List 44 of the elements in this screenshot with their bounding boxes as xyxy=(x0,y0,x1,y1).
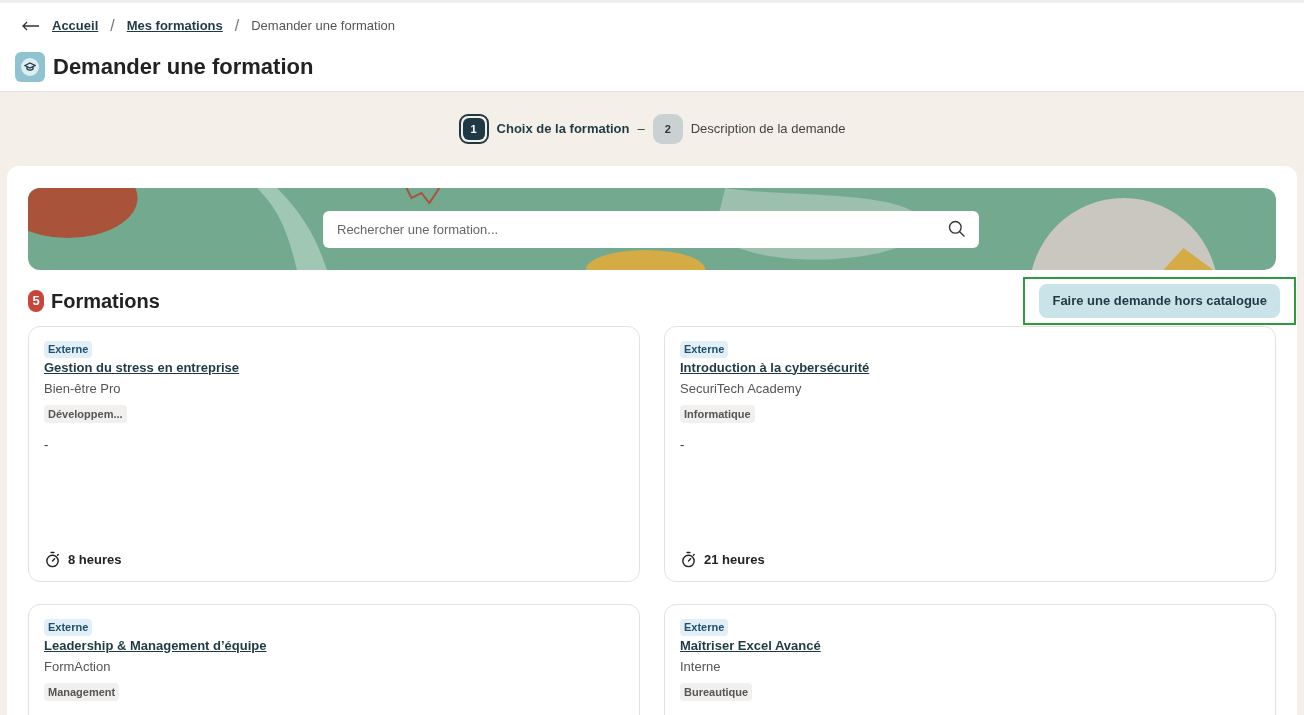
page-title: Demander une formation xyxy=(53,53,314,81)
course-card[interactable]: Externe Introduction à la cybersécurité SecuriTech Academy Informatique - 21 heures xyxy=(664,326,1276,582)
provider-text: SecuriTech Academy xyxy=(680,380,802,398)
category-badge: Bureautique xyxy=(680,682,753,701)
separator-text: / xyxy=(110,16,115,36)
course-card[interactable]: Externe Maîtriser Excel Avancé Interne Bureautique xyxy=(664,604,1276,715)
breadcrumb-link[interactable]: Accueil xyxy=(52,16,99,36)
step-label: Description de la demande xyxy=(690,120,846,139)
provider-text: FormAction xyxy=(44,658,111,676)
description-text: - xyxy=(44,436,49,454)
category-badge: Développem... xyxy=(44,404,127,423)
course-card[interactable]: Externe Gestion du stress en entreprise Bien-être Pro Développem... - 8 heures xyxy=(28,326,640,582)
course-title-link[interactable]: Leadership & Management d’équipe xyxy=(44,635,267,655)
course-title-link[interactable]: Gestion du stress en entreprise xyxy=(44,357,240,377)
step-number: 1 xyxy=(458,114,489,144)
step-number: 2 xyxy=(652,114,683,144)
section-title: Formations xyxy=(51,289,160,314)
course-card[interactable]: Externe Leadership & Management d’équipe FormAction Management xyxy=(28,604,640,715)
step-label: Choix de la formation xyxy=(496,120,630,139)
course-title-link[interactable]: Maîtriser Excel Avancé xyxy=(680,635,821,655)
separator-text: / xyxy=(234,16,240,36)
search-icon[interactable] xyxy=(947,218,967,239)
count-badge: 5 xyxy=(28,290,44,312)
stopwatch-icon xyxy=(680,550,697,568)
breadcrumb-current: Demander une formation xyxy=(251,17,396,36)
duration-text: 8 heures xyxy=(68,550,122,569)
graduation-cap-icon xyxy=(15,51,45,82)
type-badge: Externe xyxy=(44,619,93,636)
off-catalog-request-button[interactable]: Faire une demande hors catalogue xyxy=(1039,284,1280,318)
step-dash: – xyxy=(637,120,645,139)
provider-text: Interne xyxy=(680,658,721,676)
back-arrow-icon[interactable] xyxy=(22,21,40,31)
duration-text: 21 heures xyxy=(704,550,765,569)
type-badge: Externe xyxy=(680,619,729,636)
breadcrumb-link[interactable]: Mes formations xyxy=(126,16,223,36)
stopwatch-icon xyxy=(44,550,61,568)
category-badge: Informatique xyxy=(680,404,755,423)
course-title-link[interactable]: Introduction à la cybersécurité xyxy=(680,357,870,377)
category-badge: Management xyxy=(44,682,120,701)
provider-text: Bien-être Pro xyxy=(44,380,121,398)
type-badge: Externe xyxy=(680,341,729,358)
search-field[interactable]: Rechercher une formation... xyxy=(323,210,979,248)
description-text: - xyxy=(680,436,685,454)
type-badge: Externe xyxy=(44,341,93,358)
